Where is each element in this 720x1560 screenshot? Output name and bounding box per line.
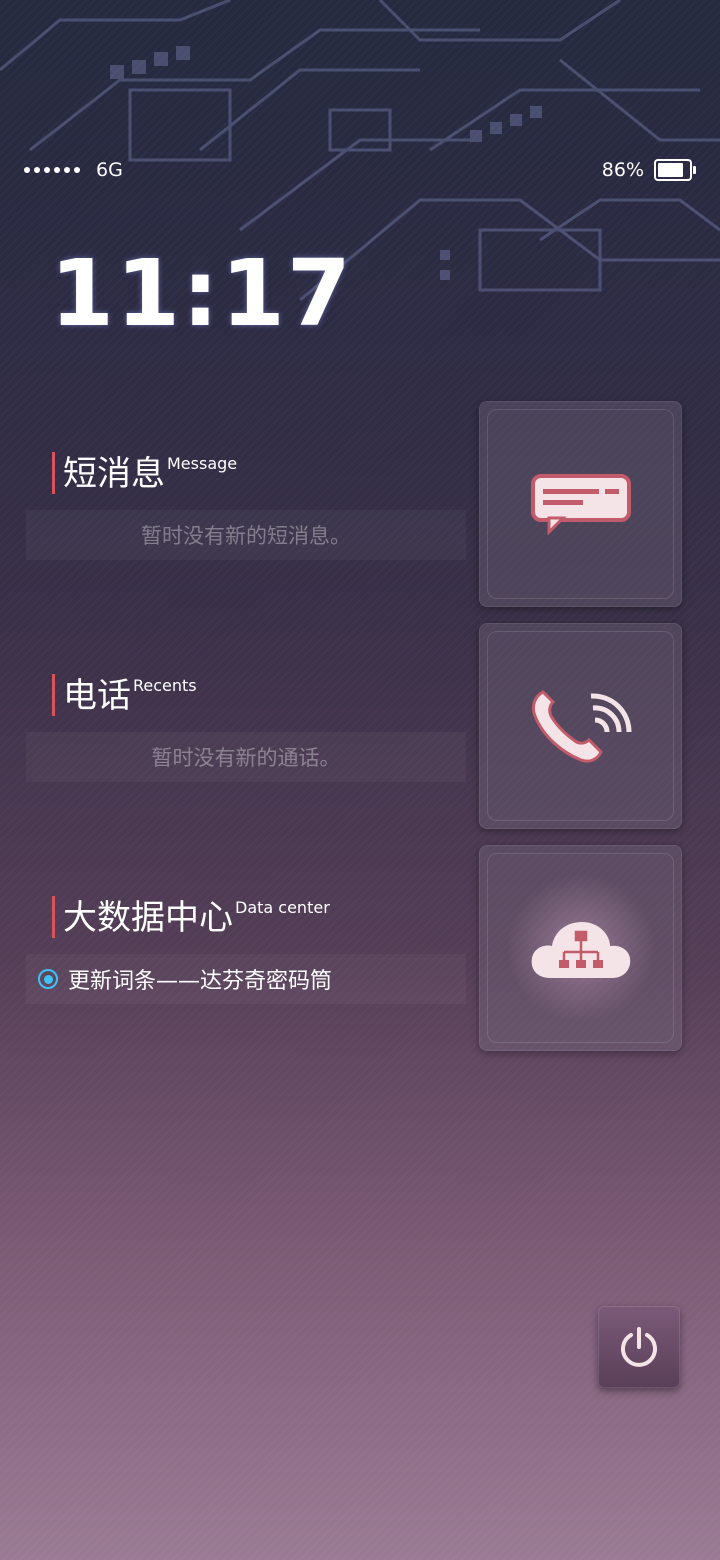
radio-icon: [38, 969, 58, 989]
datacenter-tile[interactable]: [479, 845, 682, 1051]
battery-percent: 86%: [601, 159, 644, 181]
battery-fill: [658, 163, 684, 177]
accent-bar: [52, 896, 55, 938]
cloud-network-icon: [531, 922, 630, 978]
datacenter-item-text: 更新词条——达芬奇密码筒: [68, 969, 333, 994]
status-bar: 6G 86%: [24, 155, 696, 185]
accent-bar: [52, 674, 55, 716]
signal-dot: [24, 167, 30, 173]
accent-bar: [52, 452, 55, 494]
datacenter-title: 大数据中心: [63, 898, 233, 938]
phone-tile[interactable]: [479, 623, 682, 829]
message-title-en: Message: [167, 454, 238, 473]
tile-border: [487, 409, 674, 599]
power-button[interactable]: [598, 1306, 680, 1388]
tile-border: [487, 631, 674, 821]
recents-header: 电话 Recents: [26, 674, 466, 720]
signal-dot: [64, 167, 70, 173]
battery-icon: [654, 159, 696, 181]
signal-dot: [54, 167, 60, 173]
recents-title: 电话: [63, 676, 131, 716]
recents-empty-text: 暂时没有新的通话。: [26, 732, 466, 782]
recents-title-en: Recents: [133, 676, 197, 695]
power-icon: [621, 1327, 657, 1367]
signal-strength: 6G: [24, 159, 123, 181]
datacenter-header: 大数据中心 Data center: [26, 896, 466, 942]
signal-dot: [34, 167, 40, 173]
clock-time: 11:17: [50, 240, 353, 347]
battery-status: 86%: [601, 159, 696, 181]
message-header: 短消息 Message: [26, 452, 466, 498]
datacenter-title-en: Data center: [235, 898, 330, 917]
network-type: 6G: [96, 159, 123, 181]
datacenter-update-item[interactable]: 更新词条——达芬奇密码筒: [26, 954, 466, 1004]
message-section: 短消息 Message 暂时没有新的短消息。: [26, 452, 466, 560]
signal-dot: [74, 167, 80, 173]
recents-section: 电话 Recents 暂时没有新的通话。: [26, 674, 466, 782]
message-tile[interactable]: [479, 401, 682, 607]
message-title: 短消息: [63, 454, 165, 494]
datacenter-section: 大数据中心 Data center 更新词条——达芬奇密码筒: [26, 896, 466, 1004]
message-empty-text: 暂时没有新的短消息。: [26, 510, 466, 560]
signal-dot: [44, 167, 50, 173]
